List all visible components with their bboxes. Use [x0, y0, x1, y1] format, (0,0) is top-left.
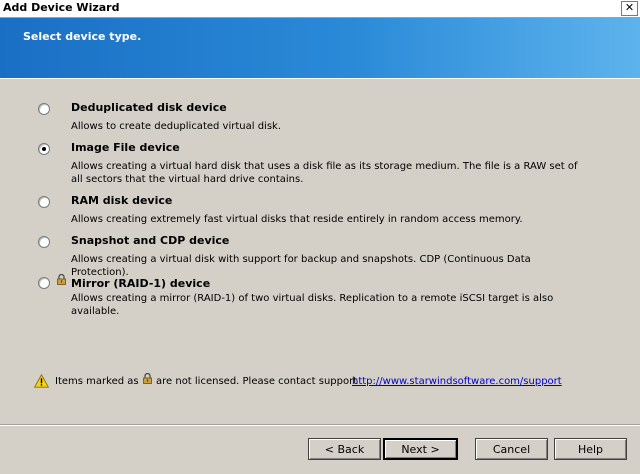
option-description: Allows creating a virtual disk with supp… [71, 254, 531, 278]
wizard-step-title: Select device type. [23, 30, 142, 43]
wizard-header: Select device type. [0, 18, 640, 79]
footer-divider-highlight [0, 425, 640, 426]
back-button[interactable]: < Back [308, 438, 381, 460]
warning-icon [34, 374, 49, 388]
close-button[interactable]: ✕ [621, 1, 638, 16]
support-link[interactable]: http://www.starwindsoftware.com/support [352, 376, 562, 387]
note-text-suffix: are not licensed. Please contact support [156, 376, 358, 387]
option-description: Allows creating extremely fast virtual d… [71, 214, 523, 225]
option-title: Snapshot and CDP device [71, 234, 230, 247]
option-description: Allows creating a virtual hard disk that… [71, 161, 578, 185]
cancel-button[interactable]: Cancel [475, 438, 548, 460]
lock-icon [143, 373, 152, 384]
license-note: Items marked as are not licensed. Please… [34, 373, 634, 390]
radio-mirror-raid1[interactable] [38, 277, 50, 289]
option-title: Image File device [71, 141, 180, 154]
radio-ram-disk[interactable] [38, 196, 50, 208]
help-button[interactable]: Help [554, 438, 627, 460]
lock-icon [57, 274, 66, 285]
header-divider [0, 78, 640, 79]
radio-snapshot-cdp[interactable] [38, 236, 50, 248]
option-description: Allows to create deduplicated virtual di… [71, 121, 281, 132]
window-title: Add Device Wizard [3, 1, 120, 14]
option-title: Deduplicated disk device [71, 101, 227, 114]
radio-deduplicated[interactable] [38, 103, 50, 115]
radio-image-file[interactable] [38, 143, 50, 155]
option-description: Allows creating a mirror (RAID-1) of two… [71, 293, 554, 317]
option-title: Mirror (RAID-1) device [71, 277, 211, 290]
title-bar: Add Device Wizard ✕ [0, 0, 640, 18]
note-text-prefix: Items marked as [55, 376, 139, 387]
option-title: RAM disk device [71, 194, 173, 207]
next-button[interactable]: Next > [383, 438, 458, 460]
